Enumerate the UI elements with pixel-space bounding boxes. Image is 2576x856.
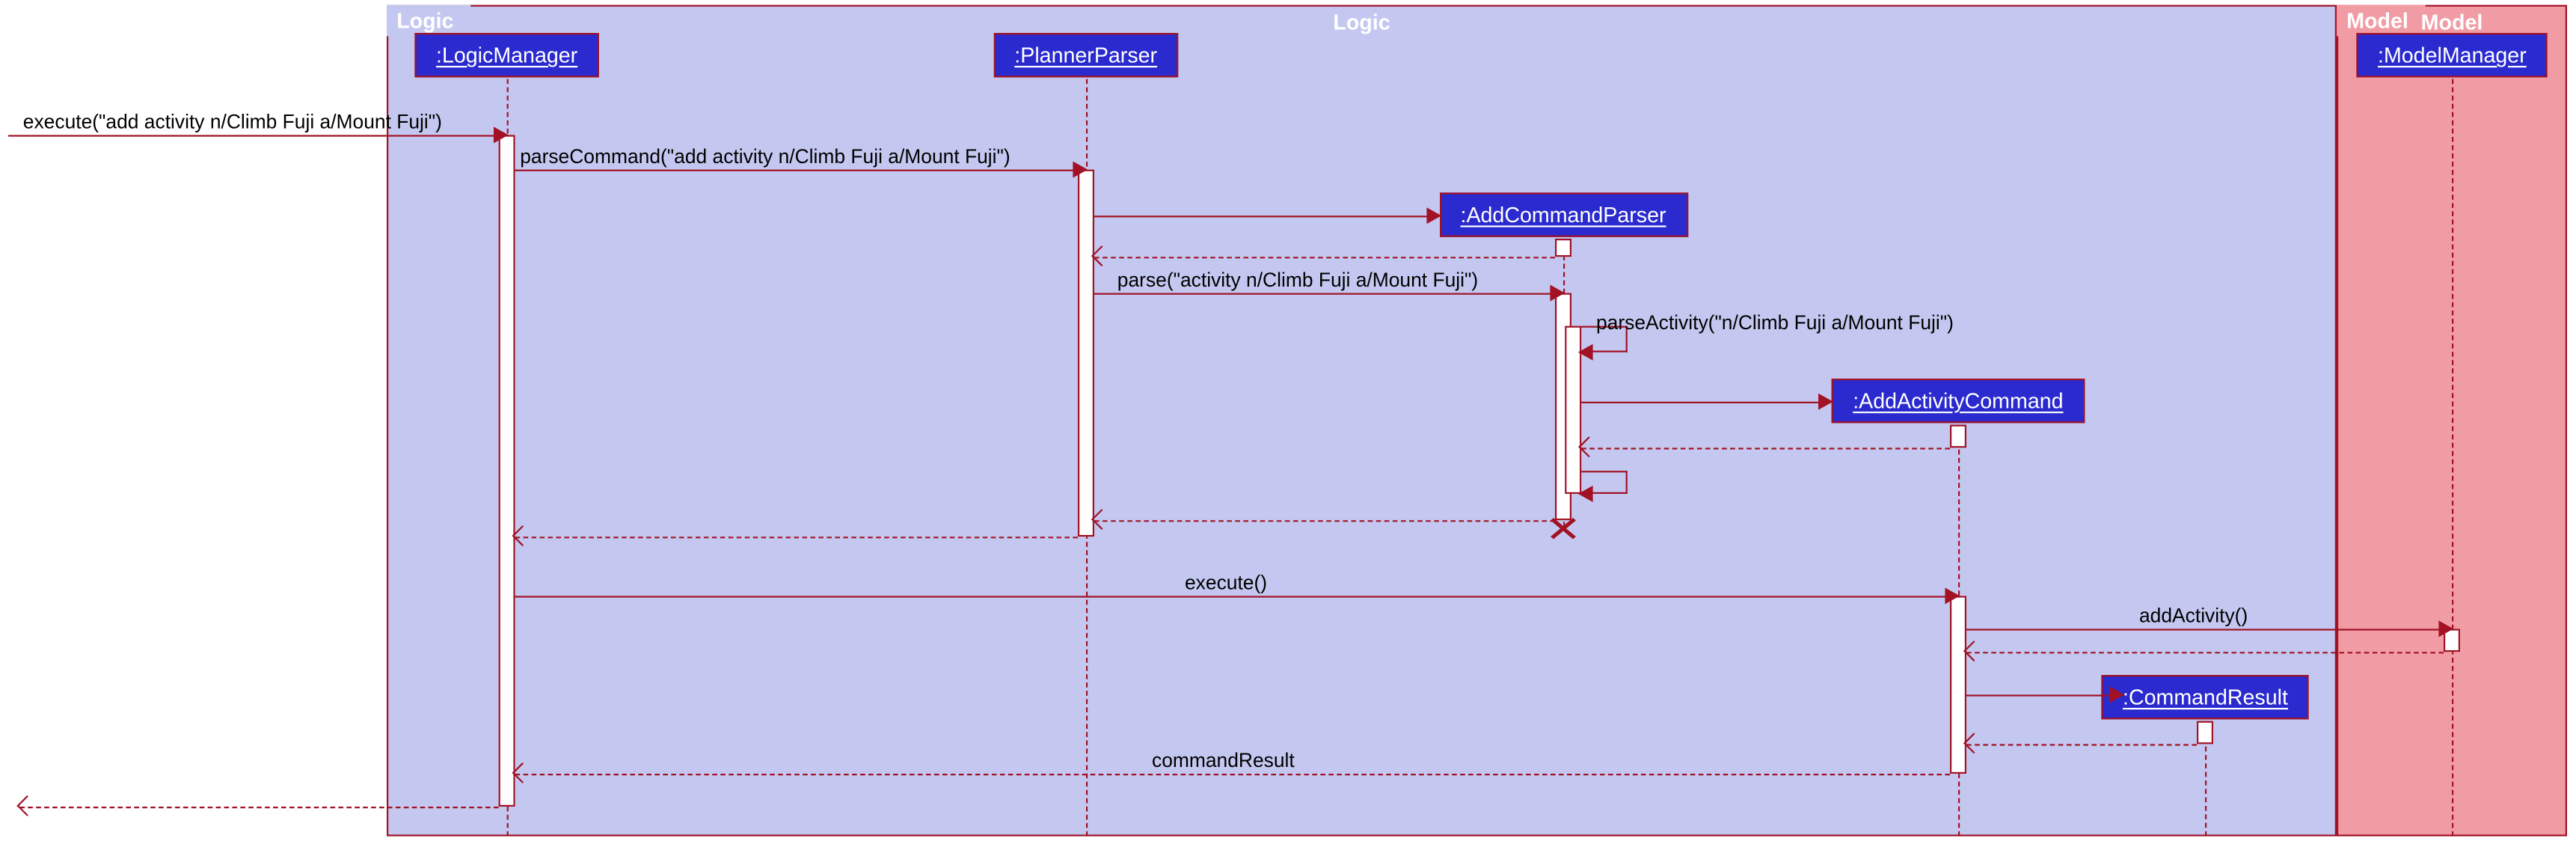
destroy-icon-0: ✕ — [1545, 509, 1582, 551]
arrowhead-2 — [1426, 207, 1441, 224]
message-3 — [1094, 257, 1555, 258]
arrowhead-8 — [1578, 486, 1593, 502]
message-12 — [1966, 629, 2444, 630]
message-17 — [19, 807, 498, 808]
arrowhead-11 — [1945, 587, 1960, 604]
lifeline-head-addActivityCmd: :AddActivityCommand — [1832, 379, 2085, 423]
activation-0 — [499, 135, 515, 807]
message-11 — [515, 596, 1950, 597]
lifeline-head-commandResult: :CommandResult — [2101, 675, 2309, 719]
lifeline-head-logicManager: :LogicManager — [414, 33, 598, 77]
message-2 — [1094, 215, 1432, 217]
activation-2 — [1555, 239, 1571, 257]
message-4 — [1094, 293, 1555, 295]
message-15 — [1966, 744, 2197, 745]
message-6 — [1581, 402, 1823, 403]
lifeline-head-addCommandParser: :AddCommandParser — [1439, 192, 1687, 236]
message-label-4: parse("activity n/Climb Fuji a/Mount Fuj… — [1117, 269, 1478, 292]
message-14 — [1966, 694, 2115, 696]
arrowhead-4 — [1550, 285, 1565, 302]
arrowhead-6 — [1818, 394, 1833, 410]
message-10 — [515, 536, 1078, 538]
frame-title-logic: Logic — [388, 7, 2335, 38]
message-label-5: parseActivity("n/Climb Fuji a/Mount Fuji… — [1596, 311, 1954, 334]
message-16 — [515, 774, 1950, 775]
arrowhead-1 — [1073, 162, 1088, 178]
lifeline-head-plannerParser: :PlannerParser — [993, 33, 1179, 77]
activation-6 — [1950, 596, 1966, 774]
lifeline-head-modelManager: :ModelManager — [2356, 33, 2548, 77]
message-label-16: commandResult — [1152, 749, 1295, 772]
message-label-11: execute() — [1185, 571, 1267, 594]
arrowhead-17 — [16, 795, 37, 816]
arrowhead-0 — [494, 126, 509, 143]
arrowhead-14 — [2109, 686, 2124, 703]
arrowhead-12 — [2438, 620, 2453, 637]
message-0 — [8, 135, 499, 136]
activation-8 — [2197, 721, 2213, 745]
activation-5 — [1950, 425, 1966, 448]
message-7 — [1581, 447, 1950, 449]
message-9 — [1094, 520, 1555, 522]
message-label-0: execute("add activity n/Climb Fuji a/Mou… — [23, 110, 442, 133]
message-13 — [1966, 652, 2444, 653]
activation-1 — [1078, 170, 1094, 537]
lifeline-modelManager — [2452, 79, 2453, 837]
message-label-1: parseCommand("add activity n/Climb Fuji … — [520, 145, 1011, 168]
message-label-12: addActivity() — [2139, 604, 2248, 627]
message-1 — [515, 170, 1078, 171]
arrowhead-5 — [1578, 344, 1593, 361]
